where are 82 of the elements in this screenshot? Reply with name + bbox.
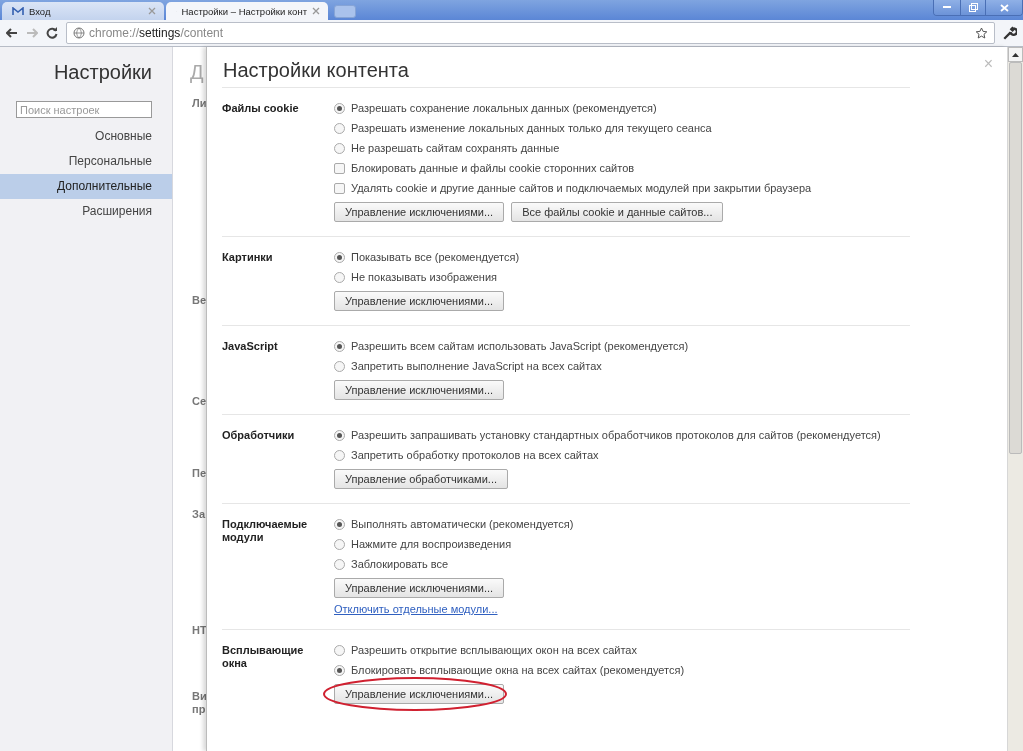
settings-button[interactable]: Управление обработчиками... xyxy=(334,469,508,489)
option-label: Не разрешать сайтам сохранять данные xyxy=(351,142,560,154)
sidebar-title: Настройки xyxy=(52,60,153,85)
option-label: Разрешать изменение локальных данных только для текущего сеанса xyxy=(351,122,712,134)
settings-button[interactable]: Управление исключениями... xyxy=(334,291,505,311)
section-label: Подключаемые модули xyxy=(222,517,309,545)
radio-button[interactable] xyxy=(334,102,345,114)
section-label: Картинки xyxy=(222,250,274,265)
settings-button[interactable]: Управление исключениями... xyxy=(334,578,505,598)
reload-icon[interactable] xyxy=(46,27,58,39)
sidebar-item[interactable]: Дополнительные xyxy=(0,174,172,199)
radio-button[interactable] xyxy=(334,271,345,283)
option-label: Разрешить запрашивать установку стандартных обработчиков протоколов для сайтов (рекомендуется) xyxy=(351,429,881,441)
sidebar-item[interactable]: Персональные xyxy=(0,149,172,174)
section-label: Ве xyxy=(191,294,206,307)
section-label: JavaScript xyxy=(222,339,279,354)
close-button[interactable] xyxy=(985,0,1022,15)
checkbox[interactable] xyxy=(334,162,345,174)
option-label: Разрешать сохранение локальных данных (рекомендуется) xyxy=(351,102,657,114)
radio-button[interactable] xyxy=(334,142,345,154)
option-label: Запретить обработку протоколов на всех сайтах xyxy=(351,449,599,461)
browser-tab[interactable]: Вход xyxy=(2,2,164,20)
new-tab-button[interactable] xyxy=(334,5,356,18)
option-label: Разрешить открытие всплывающих окон на всех сайтах xyxy=(351,644,637,656)
settings-button[interactable]: Все файлы cookie и данные сайтов... xyxy=(511,202,724,222)
option-label: Запретить выполнение JavaScript на всех сайтах xyxy=(351,360,602,372)
radio-button[interactable] xyxy=(334,644,345,656)
option-label: Показывать все (рекомендуется) xyxy=(351,251,520,263)
option-label: Блокировать данные и файлы cookie сторонних сайтов xyxy=(351,162,635,174)
close-icon[interactable] xyxy=(312,5,320,17)
section-label: Файлы cookie xyxy=(222,101,300,116)
up-arrow-icon[interactable] xyxy=(1012,52,1019,57)
section-label: Пе xyxy=(191,467,206,480)
settings-button[interactable]: Управление исключениями... xyxy=(334,202,505,222)
option-label: Заблокировать все xyxy=(351,558,449,570)
section-label: НТ xyxy=(191,624,206,637)
section-label: Всплывающие окна xyxy=(222,643,305,671)
option-label: Выполнять автоматически (рекомендуется) xyxy=(351,518,574,530)
radio-button[interactable] xyxy=(334,664,345,676)
option-label: Блокировать всплывающие окна на всех сайтах (рекомендуется) xyxy=(351,664,685,676)
restore-icon xyxy=(968,3,978,12)
option-label: Нажмите для воспроизведения xyxy=(351,538,512,550)
radio-button[interactable] xyxy=(334,251,345,263)
radio-button[interactable] xyxy=(334,360,345,372)
minimize-icon xyxy=(943,6,951,9)
checkbox[interactable] xyxy=(334,182,345,194)
section-label: Обработчики xyxy=(222,428,296,443)
settings-button[interactable]: Управление исключениями... xyxy=(334,380,505,400)
option-label: Не показывать изображения xyxy=(351,271,497,283)
radio-button[interactable] xyxy=(334,449,345,461)
wrench-icon[interactable] xyxy=(1003,26,1017,40)
radio-button[interactable] xyxy=(334,122,345,134)
browser-tab[interactable]: Настройки – Настройки конт xyxy=(166,2,328,20)
page-heading: Д xyxy=(189,60,205,83)
minimize-button[interactable] xyxy=(934,0,960,15)
radio-button[interactable] xyxy=(334,538,345,550)
scrollbar[interactable] xyxy=(1007,47,1023,751)
option-label: Разрешить всем сайтам использовать JavaScript (рекомендуется) xyxy=(351,340,689,352)
restore-button[interactable] xyxy=(960,0,985,15)
radio-button[interactable] xyxy=(334,518,345,530)
radio-button[interactable] xyxy=(334,340,345,352)
dialog-title: Настройки контента xyxy=(223,59,409,83)
radio-button[interactable] xyxy=(334,429,345,441)
mail-icon xyxy=(12,6,24,16)
close-icon xyxy=(999,3,1009,12)
forward-icon[interactable] xyxy=(26,28,38,38)
star-icon[interactable] xyxy=(975,26,988,40)
close-icon[interactable] xyxy=(148,5,156,17)
section-label: За xyxy=(191,508,206,521)
globe-icon xyxy=(73,27,85,39)
option-label: Удалять cookie и другие данные сайтов и подключаемых модулей при закрытии браузера xyxy=(351,182,812,194)
address-bar[interactable]: chrome://settings/content xyxy=(66,22,995,44)
section-label: Се xyxy=(191,395,206,408)
back-icon[interactable] xyxy=(6,28,18,38)
radio-button[interactable] xyxy=(334,558,345,570)
sidebar-item[interactable]: Расширения xyxy=(0,199,172,224)
settings-button[interactable]: Управление исключениями... xyxy=(334,684,505,704)
disable-modules-link[interactable]: Отключить отдельные модули... xyxy=(334,603,574,615)
search-field[interactable]: Поиск настроек xyxy=(16,101,152,118)
section-label: Ли xyxy=(191,97,206,110)
sidebar-item[interactable]: Основные xyxy=(0,124,172,149)
section-label: Ви пр xyxy=(191,690,206,716)
